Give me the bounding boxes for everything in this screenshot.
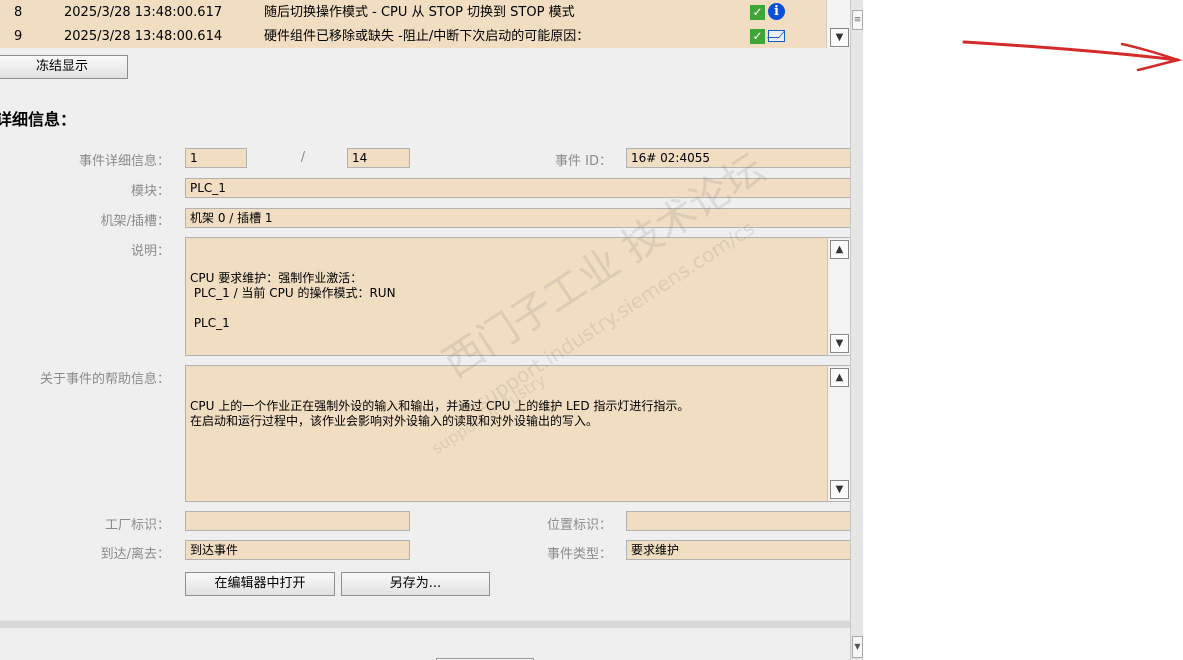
event-timestamp: 2025/3/28 13:48:00.614 [64,29,223,44]
scroll-down-button[interactable]: ▼ [852,636,863,658]
event-number: 8 [14,5,23,20]
panel-scrollbar[interactable]: ≡ ▼ [850,0,863,660]
event-detail-index-field[interactable]: 1 [185,148,247,168]
freeze-display-button[interactable]: 冻结显示 [0,55,128,79]
event-detail-total-field: 14 [347,148,410,168]
table-row[interactable]: 8 2025/3/28 13:48:00.617 随后切换操作模式 - CPU … [0,2,826,24]
description-text: CPU 要求维护：强制作业激活： PLC_1 / 当前 CPU 的操作模式：RU… [190,271,396,330]
event-type-field: 要求维护 [626,540,850,560]
scroll-down-button[interactable]: ▼ [830,480,849,499]
table-scrollbar[interactable]: ▼ [826,0,850,48]
arrive-leave-label: 到达/离去： [100,547,170,562]
diagnostic-buffer-panel: 8 2025/3/28 13:48:00.617 随后切换操作模式 - CPU … [0,0,850,660]
scroll-down-button[interactable]: ▼ [830,28,849,47]
description-textarea[interactable]: CPU 要求维护：强制作业激活： PLC_1 / 当前 CPU 的操作模式：RU… [185,237,850,356]
event-detail-separator: / [300,150,306,165]
description-label: 说明： [130,244,170,259]
plant-id-field [185,511,410,531]
rack-slot-label: 机架/插槽： [100,214,170,229]
event-type-label: 事件类型： [546,547,612,562]
event-help-scrollbar[interactable]: ▲ ▼ [827,366,850,501]
table-row[interactable]: 9 2025/3/28 13:48:00.614 硬件组件已移除或缺失 -阻止/… [0,26,826,48]
event-description: 硬件组件已移除或缺失 -阻止/中断下次启动的可能原因： [264,29,590,44]
event-help-textarea[interactable]: CPU 上的一个作业正在强制外设的输入和输出，并通过 CPU 上的维护 LED … [185,365,850,502]
event-help-label: 关于事件的帮助信息： [39,372,170,387]
event-number: 9 [14,29,23,44]
plant-id-label: 工厂标识： [104,518,170,533]
checkmark-icon: ✓ [750,5,765,20]
arrive-leave-field: 到达事件 [185,540,410,560]
save-as-button[interactable]: 另存为... [341,572,490,596]
event-description: 随后切换操作模式 - CPU 从 STOP 切换到 STOP 模式 [264,5,575,20]
info-icon: i [768,3,785,20]
open-in-editor-button[interactable]: 在编辑器中打开 [185,572,335,596]
checkmark-icon: ✓ [750,29,765,44]
scroll-up-button[interactable]: ▲ [830,368,849,387]
scroll-up-button[interactable]: ▲ [830,240,849,259]
description-scrollbar[interactable]: ▲ ▼ [827,238,850,355]
scroll-down-button[interactable]: ▼ [830,334,849,353]
event-id-field: 16# 02:4055 [626,148,850,168]
details-section-title: 详细信息： [0,110,77,129]
event-id-label: 事件 ID： [555,154,612,169]
location-id-field [626,511,850,531]
module-field: PLC_1 [185,178,850,198]
event-detail-label: 事件详细信息： [78,154,170,169]
event-help-text: CPU 上的一个作业正在强制外设的输入和输出，并通过 CPU 上的维护 LED … [190,399,690,428]
rack-slot-field: 机架 0 / 插槽 1 [185,208,850,228]
scrollbar-grip-icon[interactable]: ≡ [852,10,863,30]
panel-separator [0,620,850,628]
red-arrow-annotation [962,40,1183,72]
event-timestamp: 2025/3/28 13:48:00.617 [64,5,223,20]
event-table: 8 2025/3/28 13:48:00.617 随后切换操作模式 - CPU … [0,0,826,48]
outgoing-event-icon [768,30,785,42]
module-label: 模块： [130,184,170,199]
location-id-label: 位置标识： [546,518,612,533]
